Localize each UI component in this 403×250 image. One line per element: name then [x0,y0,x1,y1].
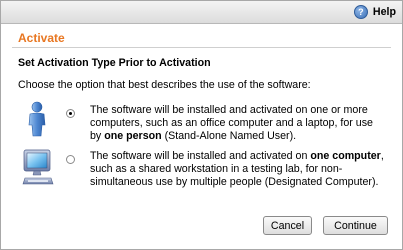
title-divider [12,47,391,48]
help-icon: ? [353,5,368,19]
computer-icon [21,148,55,191]
help-button[interactable]: ? Help [353,5,396,19]
top-toolbar: ? Help [1,1,402,24]
option-one-computer-description: The software will be installed and activ… [90,150,384,188]
help-label: Help [372,6,396,18]
continue-button[interactable]: Continue [323,216,388,235]
activation-dialog: ? Help Activate Set Activation Type Prio… [0,0,403,250]
section-heading: Set Activation Type Prior to Activation [18,57,211,69]
radio-one-person[interactable] [66,109,75,118]
instruction-text: Choose the option that best describes th… [18,79,311,91]
option-one-person-description: The software will be installed and activ… [90,104,373,142]
page-title: Activate [18,31,65,45]
person-icon [25,101,49,140]
radio-one-computer[interactable] [66,155,75,164]
cancel-button[interactable]: Cancel [263,216,312,235]
